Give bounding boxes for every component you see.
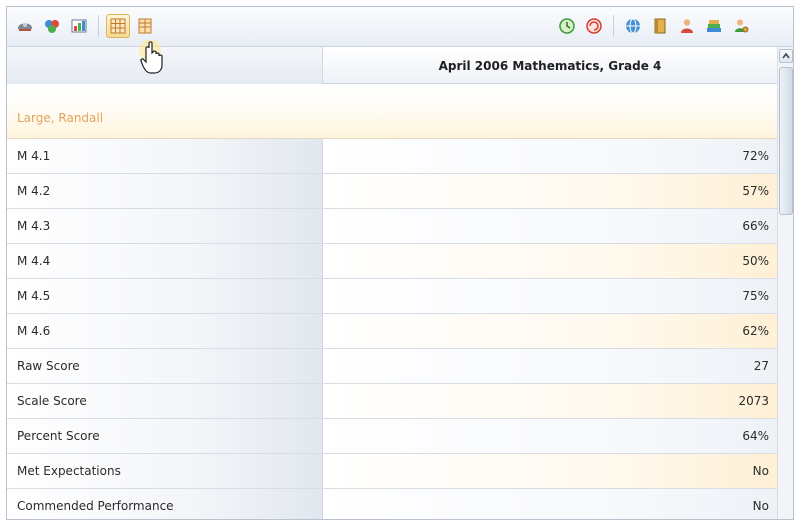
student-group-row[interactable]: Large, Randall (7, 84, 777, 139)
row-value: 64% (323, 419, 777, 453)
toolbar-separator (98, 15, 99, 37)
history-button[interactable] (555, 14, 579, 38)
row-label: Commended Performance (7, 489, 323, 519)
row-value: 66% (323, 209, 777, 243)
row-label: Scale Score (7, 384, 323, 418)
score-rows: M 4.1 72% M 4.2 57% M 4.3 66% M 4.4 50% … (7, 139, 777, 519)
row-value: 75% (323, 279, 777, 313)
chart-tool-button[interactable] (67, 14, 91, 38)
table-row[interactable]: Scale Score 2073 (7, 384, 777, 419)
row-value: 72% (323, 139, 777, 173)
row-value: 62% (323, 314, 777, 348)
table-row[interactable]: M 4.1 72% (7, 139, 777, 174)
row-value: 27 (323, 349, 777, 383)
row-value: 50% (323, 244, 777, 278)
student-name: Large, Randall (17, 111, 104, 125)
table-header: April 2006 Mathematics, Grade 4 (7, 47, 777, 84)
row-label: Percent Score (7, 419, 323, 453)
table-row[interactable]: M 4.6 62% (7, 314, 777, 349)
table-row[interactable]: Percent Score 64% (7, 419, 777, 454)
scroll-thumb[interactable] (779, 67, 793, 215)
multicolor-shape-icon (45, 20, 59, 33)
toolbar (7, 7, 793, 47)
globe-button[interactable] (621, 14, 645, 38)
row-label: M 4.6 (7, 314, 323, 348)
colored-grid-chart-icon (71, 19, 87, 33)
helmet-tool-button[interactable] (13, 14, 37, 38)
toolbar-separator (613, 15, 614, 37)
table-row[interactable]: M 4.2 57% (7, 174, 777, 209)
row-value: No (323, 489, 777, 519)
table-view-icon (110, 18, 126, 34)
toolbar-right-group (555, 14, 753, 40)
user-gear-icon (735, 19, 749, 33)
row-label: M 4.4 (7, 244, 323, 278)
table-row[interactable]: Raw Score 27 (7, 349, 777, 384)
refresh-button[interactable] (582, 14, 606, 38)
column-view-icon (138, 18, 152, 34)
library-button[interactable] (702, 14, 726, 38)
table-row[interactable]: Met Expectations No (7, 454, 777, 489)
row-label: M 4.5 (7, 279, 323, 313)
book-icon (654, 18, 666, 34)
table-row[interactable]: M 4.5 75% (7, 279, 777, 314)
column-view-button[interactable] (133, 14, 157, 38)
vertical-scrollbar[interactable] (777, 47, 793, 519)
scroll-up-button[interactable] (779, 49, 793, 63)
results-table: April 2006 Mathematics, Grade 4 Large, R… (7, 47, 777, 519)
helmet-icon (18, 23, 32, 31)
book-button[interactable] (648, 14, 672, 38)
red-refresh-icon (586, 18, 602, 34)
user-settings-button[interactable] (729, 14, 753, 38)
report-window: April 2006 Mathematics, Grade 4 Large, R… (6, 6, 794, 520)
column-header[interactable]: April 2006 Mathematics, Grade 4 (323, 47, 777, 84)
person-button[interactable] (675, 14, 699, 38)
table-row[interactable]: M 4.3 66% (7, 209, 777, 244)
person-icon (681, 19, 693, 33)
shapes-tool-button[interactable] (40, 14, 64, 38)
toolbar-left-group (13, 14, 157, 40)
table-row[interactable]: M 4.4 50% (7, 244, 777, 279)
table-view-button[interactable] (106, 14, 130, 38)
row-label: M 4.3 (7, 209, 323, 243)
stacked-books-icon (707, 20, 721, 32)
row-label: M 4.1 (7, 139, 323, 173)
row-label: M 4.2 (7, 174, 323, 208)
row-label: Met Expectations (7, 454, 323, 488)
table-row[interactable]: Commended Performance No (7, 489, 777, 519)
header-blank-cell (7, 47, 323, 84)
blue-globe-icon (626, 18, 640, 34)
row-label: Raw Score (7, 349, 323, 383)
row-value: 2073 (323, 384, 777, 418)
green-clock-icon (559, 18, 575, 34)
chevron-up-icon (782, 52, 790, 59)
row-value: No (323, 454, 777, 488)
row-value: 57% (323, 174, 777, 208)
